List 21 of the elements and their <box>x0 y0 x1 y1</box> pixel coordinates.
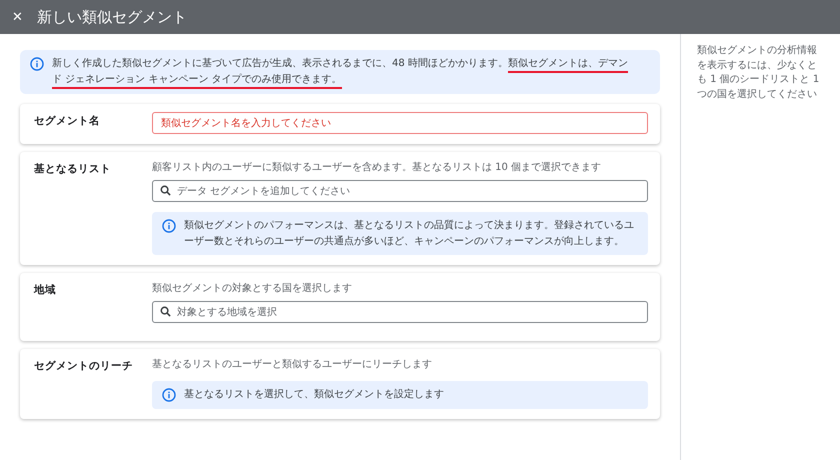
section-label: 基となるリスト <box>34 162 112 177</box>
info-icon <box>30 57 44 71</box>
section-label: セグメントのリーチ <box>34 359 134 374</box>
search-field[interactable]: データ セグメントを追加してください <box>152 180 648 202</box>
search-icon <box>160 306 171 317</box>
section-description: 類似セグメントの対象とする国を選択します <box>152 282 353 295</box>
close-button[interactable]: ✕ <box>12 10 23 24</box>
search-icon <box>160 185 171 196</box>
section-label: セグメント名 <box>34 114 101 129</box>
note-text: 類似セグメントのパフォーマンスは、基となるリストの品質によって決まります。登録されているユーザー数とそれらのユーザーの共通点が多いほど、キャンペーンのパフォーマンスが向上します。 <box>184 218 635 248</box>
note-text: 基となるリストを選択して、類似セグメントを設定します <box>184 388 444 402</box>
section-description: 顧客リスト内のユーザーに類似するユーザーを含めます。基となるリストは 10 個まで選択できます <box>152 160 602 174</box>
banner-text: 新しく作成した類似セグメントに基づいて広告が生成、表示されるまでに、48 時間ほどかかります。類似セグメントは、デマンド ジェネレーション キャンペーン タイプでのみ使用できます。 <box>52 56 632 88</box>
info-icon <box>162 388 176 402</box>
search-field[interactable]: 対象とする地域を選択 <box>152 301 648 323</box>
page-title: 新しい類似セグメント <box>36 8 187 26</box>
side-panel-text: 類似セグメントの分析情報を表示するには、少なくとも 1 個のシードリストと 1 つの国を選択してください <box>697 44 820 102</box>
input-field[interactable]: 類似セグメント名を入力してください <box>152 112 648 134</box>
section-label: 地域 <box>34 283 57 298</box>
section-description: 基となるリストのユーザーと類似するユーザーにリーチします <box>152 358 433 371</box>
info-icon <box>162 219 176 233</box>
